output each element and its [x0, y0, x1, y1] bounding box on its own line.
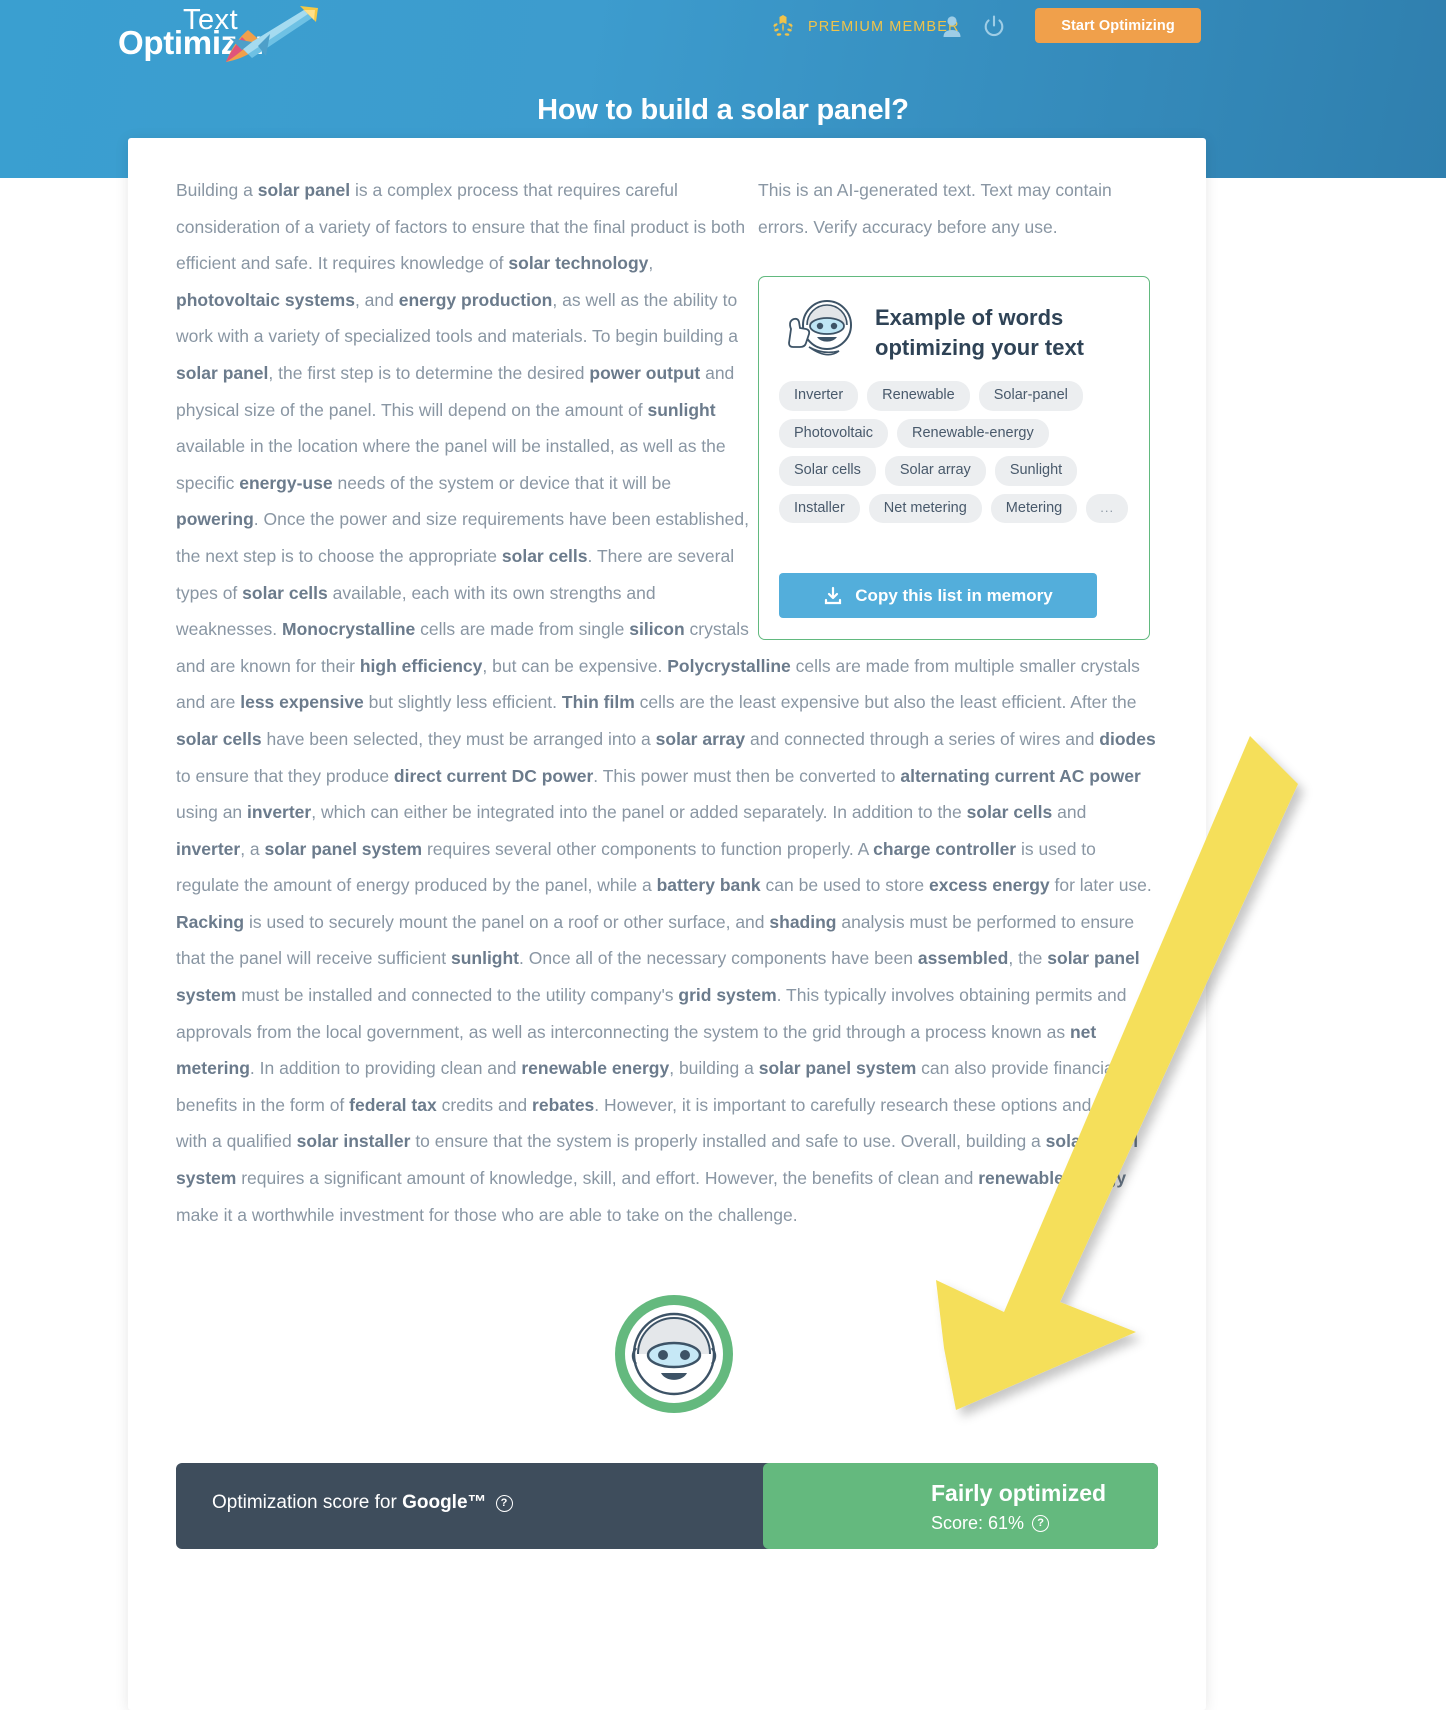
start-optimizing-button[interactable]: Start Optimizing [1035, 8, 1201, 43]
keyword-tag[interactable]: Inverter [779, 381, 859, 411]
robot-face-icon [631, 1312, 717, 1396]
score-robot-avatar [615, 1295, 733, 1413]
score-status-panel: Fairly optimized Score: 61% ? [763, 1463, 1158, 1549]
score-value-text: Score: 61% [931, 1513, 1025, 1533]
premium-label: PREMIUM MEMBER [808, 19, 960, 35]
keyword-tag-more[interactable]: ... [1086, 493, 1129, 523]
keyword-tag[interactable]: Sunlight [994, 456, 1078, 486]
keyword-tag[interactable]: Photovoltaic [779, 418, 888, 448]
keyword-tag[interactable]: Solar-panel [978, 381, 1083, 411]
keyword-tag[interactable]: Renewable [867, 381, 970, 411]
score-label-brand: Google™ [402, 1492, 487, 1513]
keyword-tag[interactable]: Solar array [884, 456, 986, 486]
keyword-tag[interactable]: Renewable-energy [897, 418, 1049, 448]
copy-list-button[interactable]: Copy this list in memory [779, 573, 1097, 618]
page-title: How to build a solar panel? [537, 94, 909, 126]
score-help-icon[interactable]: ? [495, 1494, 513, 1512]
optimization-score-bar: Optimization score for Google™ ? Fairly … [176, 1463, 1158, 1549]
score-bar-label: Optimization score for Google™ ? [212, 1492, 513, 1514]
content-card: Building a solar panel is a complex proc… [128, 138, 1206, 1710]
premium-badge: PREMIUM MEMBER [768, 12, 960, 42]
keyword-tag-list: Inverter Renewable Solar-panel Photovoltaic… [779, 381, 1131, 523]
rocket-icon [226, 6, 318, 62]
score-label-prefix: Optimization score for [212, 1492, 403, 1513]
robot-thumbs-up-icon [788, 300, 852, 356]
user-icon[interactable] [940, 13, 964, 39]
keyword-tag[interactable]: Installer [779, 493, 860, 523]
score-value-help-icon[interactable]: ? [1032, 1515, 1050, 1532]
keyword-tag[interactable]: Metering [990, 493, 1078, 523]
copy-list-button-label: Copy this list in memory [855, 585, 1053, 605]
keyword-panel-title: Example of words optimizing your text [875, 305, 1084, 360]
keyword-tag[interactable]: Net metering [868, 493, 982, 523]
keyword-panel-header: Example of words optimizing your text [779, 295, 1117, 365]
download-icon [825, 586, 842, 604]
keyword-tag[interactable]: Solar cells [779, 456, 876, 486]
power-icon[interactable] [982, 13, 1006, 39]
ai-disclaimer: This is an AI-generated text. Text may c… [758, 180, 1112, 237]
score-value-row: Score: 61% ? [931, 1513, 1050, 1534]
keyword-suggestion-panel: Example of words optimizing your text In… [758, 276, 1150, 640]
score-status-text: Fairly optimized [931, 1480, 1107, 1506]
laurel-wreath-icon [773, 15, 793, 37]
